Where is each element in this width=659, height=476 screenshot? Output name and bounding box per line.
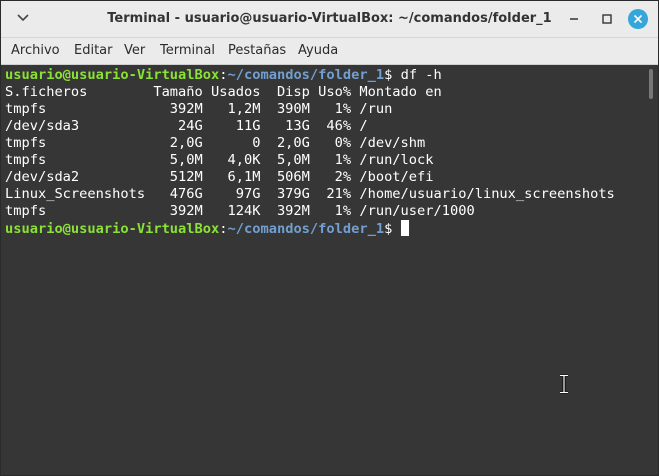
menu-terminal[interactable]: Terminal (158, 38, 217, 64)
close-button[interactable] (628, 9, 648, 29)
output-line: tmpfs 2,0G 0 2,0G 0% /dev/shm (5, 135, 426, 151)
menu-editar[interactable]: Editar (72, 38, 115, 64)
menu-archivo[interactable]: Archivo (9, 38, 62, 64)
menu-pestanas[interactable]: Pestañas (226, 38, 288, 64)
terminal-area[interactable]: usuario@usuario-VirtualBox:~/comandos/fo… (1, 65, 645, 475)
ibeam-cursor-icon (560, 374, 568, 394)
minimize-icon[interactable] (565, 10, 583, 28)
output-line: /dev/sda3 24G 11G 13G 46% / (5, 118, 368, 134)
window-title: Terminal - usuario@usuario-VirtualBox: ~… (107, 11, 552, 26)
scroll-thumb[interactable] (649, 69, 653, 99)
output-line: tmpfs 392M 1,2M 390M 1% /run (5, 101, 393, 117)
menu-ayuda[interactable]: Ayuda (296, 38, 340, 64)
menu-ver[interactable]: Ver (122, 38, 147, 64)
prompt-separator: : (219, 67, 228, 83)
prompt-line: usuario@usuario-VirtualBox:~/comandos/fo… (5, 67, 442, 84)
output-line: Linux_Screenshots 476G 97G 379G 21% /hom… (5, 186, 615, 202)
prompt-line: usuario@usuario-VirtualBox:~/comandos/fo… (5, 220, 409, 237)
prompt-separator: : (219, 221, 228, 237)
prompt-path: ~/comandos/folder_1 (227, 221, 385, 237)
prompt-symbol: $ (384, 221, 393, 237)
prompt-user-host: usuario@usuario-VirtualBox (5, 67, 220, 83)
prompt-path: ~/comandos/folder_1 (227, 67, 385, 83)
terminal-window: Terminal - usuario@usuario-VirtualBox: ~… (0, 0, 659, 476)
scrollbar[interactable] (645, 65, 657, 475)
title-bar[interactable]: Terminal - usuario@usuario-VirtualBox: ~… (1, 1, 658, 38)
output-header: S.ficheros Tamaño Usados Disp Uso% Monta… (5, 84, 442, 100)
output-line: /dev/sda2 512M 6,1M 506M 2% /boot/efi (5, 169, 434, 185)
close-icon (633, 14, 643, 24)
command-text: df -h (392, 67, 442, 83)
output-line: tmpfs 392M 124K 392M 1% /run/user/1000 (5, 203, 475, 219)
text-cursor (400, 220, 409, 236)
output-line: tmpfs 5,0M 4,0K 5,0M 1% /run/lock (5, 152, 434, 168)
menu-bar: Archivo Editar Ver Terminal Pestañas Ayu… (1, 38, 658, 65)
prompt-user-host: usuario@usuario-VirtualBox (5, 221, 220, 237)
maximize-icon[interactable] (598, 10, 616, 28)
